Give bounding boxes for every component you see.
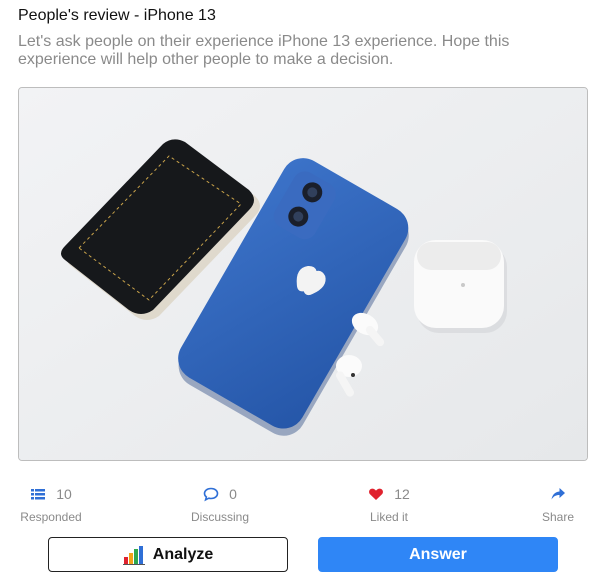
responded-label: Responded [20,510,82,524]
liked-count: 12 [394,486,410,502]
post-description: Let's ask people on their experience iPh… [18,33,510,68]
stat-liked[interactable]: 12 Liked it [339,484,439,524]
answer-label: Answer [409,545,467,563]
discussing-count: 0 [229,486,237,502]
discussing-label: Discussing [190,510,250,524]
analyze-label: Analyze [152,545,214,563]
liked-label: Liked it [369,510,409,524]
share-label: Share [541,510,575,524]
responded-count: 10 [56,486,72,502]
stat-share[interactable]: Share [508,484,608,524]
comment-icon [203,486,219,502]
airpods-case-shape [414,240,507,333]
answer-button[interactable]: Answer [318,537,558,572]
product-photo [18,87,588,461]
list-icon [30,486,46,502]
post-title: People's review - iPhone 13 [18,7,216,24]
stat-discussing[interactable]: 0 Discussing [170,484,270,524]
stats-bar: 10 Responded 0 Discussing 12 Liked it Sh… [0,484,611,528]
share-icon [550,486,566,502]
heart-icon [368,486,384,502]
stat-responded[interactable]: 10 Responded [1,484,101,524]
bar-chart-icon [122,545,145,565]
analyze-button[interactable]: Analyze [48,537,288,572]
